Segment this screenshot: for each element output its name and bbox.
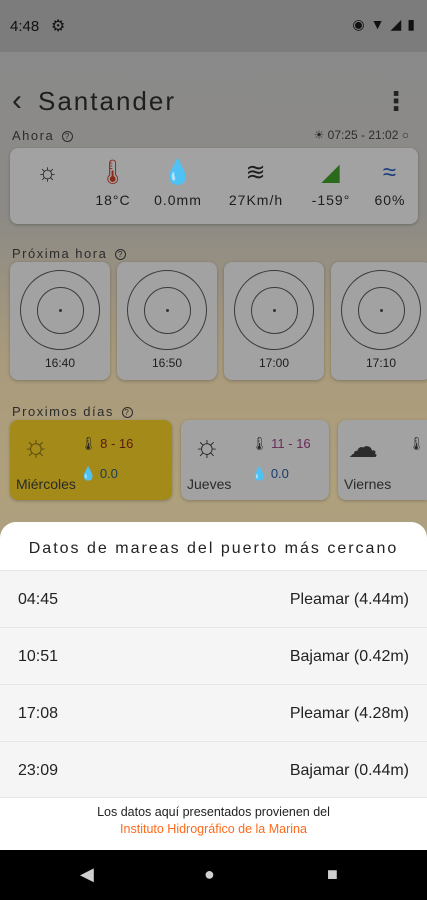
- wifi-icon: ▼: [370, 16, 385, 32]
- day-temp: 🌡 8 - 16: [80, 436, 134, 451]
- more-menu-button[interactable]: ⋮: [383, 86, 409, 117]
- tides-title: Datos de mareas del puerto más cercano: [28, 540, 399, 557]
- drop-icon: 💧: [80, 466, 97, 481]
- tide-row: 10:51 Bajamar (0.42m): [0, 627, 427, 684]
- hour-time: 16:40: [44, 356, 76, 370]
- tide-description: Bajamar (0.44m): [289, 762, 409, 779]
- now-rain: 💧 0.0mm: [148, 159, 208, 209]
- compass-dial-icon: [127, 270, 207, 350]
- help-icon[interactable]: ?: [62, 131, 74, 143]
- sunrise-icon: ☀: [313, 128, 325, 142]
- wind-icon: ≋: [245, 159, 267, 186]
- next-hour-label: Próxima hora: [12, 246, 108, 261]
- hour-time: 17:10: [365, 356, 397, 370]
- tide-row: 23:09 Bajamar (0.44m): [0, 741, 427, 798]
- source-note: Los datos aquí presentados provienen del…: [0, 804, 427, 838]
- drop-icon: 💧: [162, 159, 194, 186]
- battery-icon: ▮: [407, 16, 415, 32]
- day-card[interactable]: ☁ 🌡 Viernes: [338, 420, 427, 500]
- tide-description: Bajamar (0.42m): [289, 648, 409, 665]
- status-time: 4:48: [10, 18, 40, 35]
- next-hour-section-label: Próxima hora?: [12, 246, 127, 261]
- tides-bottom-sheet: Datos de mareas del puerto más cercano 0…: [0, 522, 427, 850]
- now-label: Ahora: [12, 128, 55, 143]
- waves-icon: ≈: [382, 159, 398, 186]
- thermometer-icon: 🌡: [80, 436, 97, 451]
- recents-nav-icon[interactable]: ■: [327, 864, 338, 885]
- drop-icon: 💧: [251, 466, 268, 481]
- tide-description: Pleamar (4.44m): [289, 591, 409, 608]
- status-bar: 4:48 ⚙ ◉ ▼ ◢ ▮: [0, 0, 427, 52]
- sun-times: ☀ 07:25 - 21:02 ○: [314, 128, 409, 142]
- now-section-label: Ahora?: [12, 128, 74, 143]
- sun-icon: ☼: [193, 430, 221, 463]
- eye-icon: ◉: [352, 16, 365, 32]
- page-title: Santander: [38, 86, 176, 116]
- signal-icon: ◢: [390, 16, 402, 32]
- next-days-label: Proximos días: [12, 404, 114, 419]
- day-rain: 💧 0.0: [80, 466, 118, 481]
- tide-description: Pleamar (4.28m): [289, 705, 409, 722]
- cloud-icon: ☁: [348, 431, 378, 464]
- day-rain: 💧 0.0: [251, 466, 289, 481]
- thermometer-icon: 🌡: [97, 159, 129, 186]
- now-card: ☼ 🌡 18°C 💧 0.0mm ≋ 27Km/h ◢ -159° ≈ 60%: [10, 148, 418, 224]
- sun-times-value: 07:25 - 21:02: [327, 128, 399, 142]
- compass-dial-icon: [234, 270, 314, 350]
- sunset-icon: ○: [401, 128, 409, 142]
- sun-icon: ☼: [36, 159, 60, 186]
- now-wind-direction: ◢ -159°: [306, 159, 356, 209]
- gear-icon: ⚙: [51, 18, 66, 35]
- help-icon[interactable]: ?: [115, 249, 127, 261]
- header: ‹ Santander ⋮: [0, 72, 427, 132]
- day-name: Viernes: [344, 476, 392, 492]
- compass-dial-icon: [341, 270, 421, 350]
- status-icons: ◉ ▼ ◢ ▮: [352, 16, 415, 33]
- thermometer-icon: 🌡: [251, 436, 268, 451]
- source-text: Los datos aquí presentados provienen del: [97, 805, 330, 819]
- hour-time: 17:00: [258, 356, 290, 370]
- day-name: Jueves: [187, 476, 232, 492]
- sun-icon: ☼: [22, 430, 50, 463]
- tide-row: 04:45 Pleamar (4.44m): [0, 570, 427, 627]
- navigation-bar: ◀ ● ■: [0, 850, 427, 900]
- source-link[interactable]: Instituto Hidrográfico de la Marina: [0, 821, 427, 838]
- direction-icon: ◢: [321, 159, 341, 186]
- tide-row: 17:08 Pleamar (4.28m): [0, 684, 427, 741]
- tide-time: 10:51: [18, 648, 59, 665]
- now-wind: ≋ 27Km/h: [220, 159, 292, 209]
- hour-time: 16:50: [151, 356, 183, 370]
- hour-card[interactable]: 16:40: [10, 262, 110, 380]
- day-card[interactable]: ☼ 🌡 8 - 16 💧 0.0 Miércoles: [10, 420, 172, 500]
- hour-card[interactable]: 17:00: [224, 262, 324, 380]
- back-button[interactable]: ‹: [12, 84, 22, 118]
- back-nav-icon[interactable]: ◀: [80, 864, 94, 885]
- help-icon[interactable]: ?: [121, 407, 133, 419]
- now-temperature: 🌡 18°C: [88, 159, 138, 209]
- compass-dial-icon: [20, 270, 100, 350]
- tide-time: 17:08: [18, 705, 59, 722]
- tides-list: 04:45 Pleamar (4.44m) 10:51 Bajamar (0.4…: [0, 570, 427, 798]
- next-days-section-label: Proximos días?: [12, 404, 133, 419]
- now-humidity: ≈ 60%: [368, 159, 412, 209]
- day-name: Miércoles: [16, 476, 76, 492]
- day-temp: 🌡 11 - 16: [251, 436, 311, 451]
- hour-card[interactable]: 16:50: [117, 262, 217, 380]
- hour-card[interactable]: 17:10: [331, 262, 427, 380]
- day-card[interactable]: ☼ 🌡 11 - 16 💧 0.0 Jueves: [181, 420, 329, 500]
- now-weather: ☼: [24, 160, 72, 192]
- home-nav-icon[interactable]: ●: [204, 864, 215, 885]
- thermometer-icon: 🌡: [408, 436, 425, 451]
- tide-time: 04:45: [18, 591, 59, 608]
- tide-time: 23:09: [18, 762, 59, 779]
